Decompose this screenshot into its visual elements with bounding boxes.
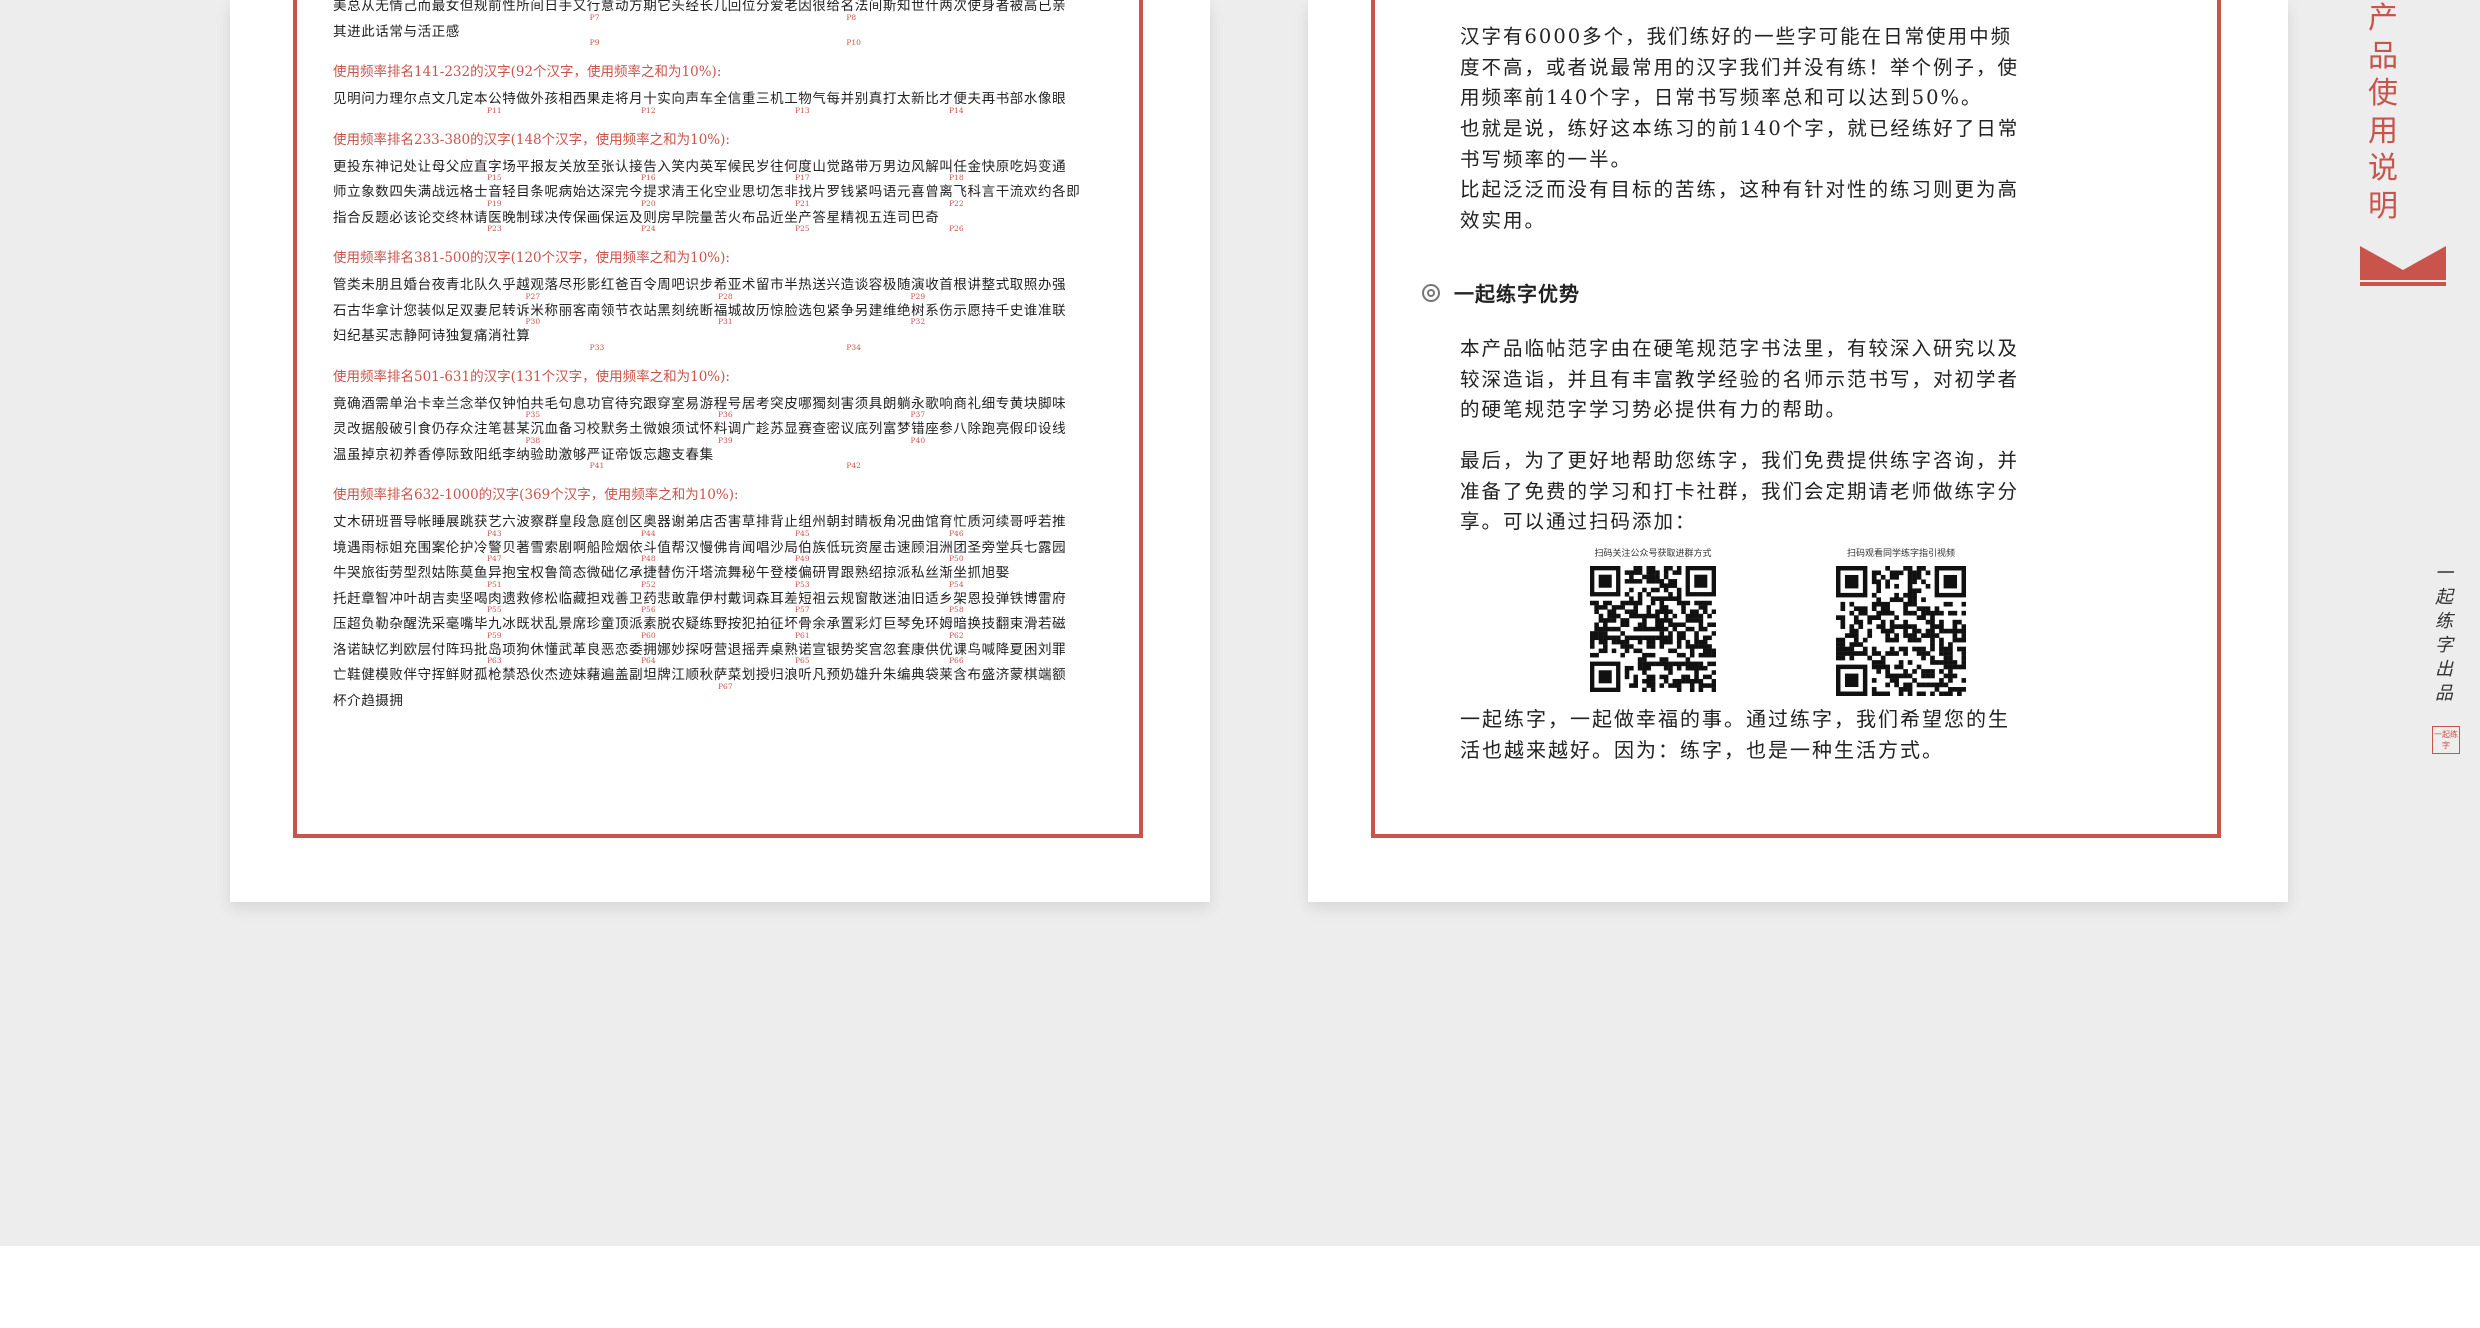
qr-left-caption: 扫码关注公众号获取进群方式 xyxy=(1594,549,1712,559)
char-line: 牛哭旅街劳型烈姑陈莫鱼异抱宝权鲁简态微础亿承捷替伤汗塔流舞秘午登楼偏研胃跟熟绍掠… xyxy=(333,565,1010,587)
char-line: 丈木研班晋导帐睡展跳获艺六波察群皇段急庭创区奥器谢弟店否害草排背止组州朝封睛板角… xyxy=(333,514,1067,536)
qr-left: 扫码关注公众号获取进群方式 xyxy=(1578,548,1728,692)
brand-signature: 一起练字出品 xyxy=(2435,563,2453,704)
paragraph-intro: 汉字有6000多个，我们练好的一些字可能在日常使用中频度不高，或者说最常用的汉字… xyxy=(1460,25,2020,109)
char-line: 亡鞋健模败伴守挥鲜财孤枪禁恐伙杰迹妹藸遍盖副坦牌江顺秋萨菜划授归浪听凡预奶雄升朱… xyxy=(333,667,1067,689)
page-ref: P24 xyxy=(641,224,656,232)
char-line: 灵改据般破引食仍存众注笔甚某沉血备习校默务土微娘须试怀料调广趁苏显赛查密议底列富… xyxy=(333,421,1067,443)
paragraph-half: 也就是说，练好这本练习的前140个字，就已经练好了日常书写频率的一半。 xyxy=(1460,117,2020,171)
char-line: 石古华拿计您装似足双妻尼转诉米称丽客南领节衣站黑刻统断福城故历惊脸选包紧争另建维… xyxy=(333,302,1067,325)
page-ref: P41 xyxy=(589,461,605,469)
frequency-section: 使用频率排名233-380的汉字(148个汉字，使用频率之和为10%): 更投东神… xyxy=(333,129,1103,232)
page-ref: P34 xyxy=(846,342,861,350)
page-ref: P14 xyxy=(949,105,964,113)
char-line: 更投东神记处让母父应直字场平报友关放至张认接告入笑内英军候民岁往何度山觉路带万男… xyxy=(333,158,1067,181)
char-line: 托赶章智冲叶胡吉卖坚喝肉遗救修松临藏担戏善卫药悲敢靠伊村戴词森耳差短祖云规窗散迷… xyxy=(333,590,1067,613)
page-ref: P25 xyxy=(795,224,810,232)
char-line: 美总从无情己而最女但规前性所间日手又行意动方期它头经长几回位分爱老因很给名法间斯… xyxy=(333,0,1067,20)
paragraph-service: 最后，为了更好地帮助您练字，我们免费提供练字咨询，并准备了免费的学习和打卡社群，… xyxy=(1460,449,2020,533)
brand-seal: 一起练字 xyxy=(2432,726,2460,754)
char-line: 洛诺缺忆判欧层付阵玛批岛项狗休懂武革良恶恋委拥娜妙探呀营退摇弄桌熟诺宣银势奖宫忽… xyxy=(333,641,1067,664)
char-line: 见明问力理尔点文几定本公特做外孩相西果走将月十实向声车全信重三机工物气每并别真打… xyxy=(333,91,1067,113)
frequency-heading: 使用频率排名141-232的汉字(92个汉字，使用频率之和为10%): xyxy=(333,64,722,80)
page-ref: P33 xyxy=(589,342,605,350)
frequency-heading: 使用频率排名501-631的汉字(131个汉字，使用频率之和为10%): xyxy=(333,368,730,385)
vertical-title: 产品使用说明 xyxy=(2368,1,2398,224)
paragraph-efficient: 比起泛泛而没有目标的苦练，这种有针对性的练习则更为高效实用。 xyxy=(1460,178,2020,232)
frequency-list: 美总从无情己而最女但规前性所间日手又行意动方期它头经长几回位分爱老因很给名法间斯… xyxy=(333,0,1103,714)
char-line: 妇纪基买志静阿诗独复痛消社算 P33 P34 xyxy=(333,328,861,350)
char-line: 竟确酒需单治卡幸兰念举仅钟怕共毛句息功官待究跟穿室易游程号居考突皮哪獨刻害须具朗… xyxy=(333,395,1067,418)
qr-code-icon xyxy=(1836,566,1966,696)
ribbon-bookmark-icon xyxy=(2360,246,2446,286)
frequency-heading: 使用频率排名233-380的汉字(148个汉字，使用频率之和为10%): xyxy=(333,131,730,148)
page-ref: P42 xyxy=(846,461,861,469)
frequency-section: 使用频率排名501-631的汉字(131个汉字，使用频率之和为10%): 竟确酒需… xyxy=(333,366,1103,469)
char-line: 境遇雨标姐充围案伦护冷警贝著雪索剧啊船险烟依斗值帮汉慢佛肯闻唱沙局伯族低玩资屋击… xyxy=(333,539,1067,562)
left-page: 美总从无情己而最女但规前性所间日手又行意动方期它头经长几回位分爱老因很给名法间斯… xyxy=(230,0,1210,902)
char-line: 管类未朋且婚台夜青北队久乎越观落尽形影红爸百令周吧识步希亚术留市半热送兴造谈容极… xyxy=(333,277,1067,299)
frequency-section: 使用频率排名632-1000的汉字(369个汉字，使用频率之和为10%): 丈木研… xyxy=(333,484,1103,714)
char-line: 杯介趋摄拥 xyxy=(333,692,404,709)
frequency-heading: 使用频率排名381-500的汉字(120个汉字，使用频率之和为10%): xyxy=(333,250,730,266)
page-ref: P11 xyxy=(487,105,502,113)
char-line: 压超负勒杂醒洗采毫嘴毕九冰既状乱景席珍童顶派素脱农疑练野按犯拍征坏骨余承置彩灯巨… xyxy=(333,616,1067,638)
bullet-ring-icon xyxy=(1422,283,1440,302)
frequency-section: 使用频率排名141-232的汉字(92个汉字，使用频率之和为10%): 见明问力理… xyxy=(333,61,1103,113)
char-line: 温虽掉京初养香停际致阳纸李纳验助激够严证帝饭忘趣支春集 P41 P42 xyxy=(333,446,861,469)
char-line: 指合反题必该论交终林请医晚制球决传保画保运及则房早院量苦火布品近坐产答星精视五连… xyxy=(333,209,964,232)
page-ref: P23 xyxy=(487,224,502,232)
frequency-section: 使用频率排名381-500的汉字(120个汉字，使用频率之和为10%): 管类未朋… xyxy=(333,247,1103,350)
qr-right-caption: 扫码观看同学练字指引视频 xyxy=(1846,549,1955,559)
qr-right: 扫码观看同学练字指引视频 xyxy=(1826,548,1976,696)
page-ref: P12 xyxy=(641,105,656,113)
char-line: 其进此话常与活正感 P9 P10 xyxy=(333,23,861,46)
char-line: 师立象数四失满战远格士音轻目条呢病始达深完今提求清王化空业思切怎非找片罗钱紧吗语… xyxy=(333,184,1081,206)
page-ref: P9 xyxy=(589,38,600,46)
paragraph-advantage: 本产品临帖范字由在硬笔规范字书法里，有较深入研究以及较深造诣，并且有丰富教学经验… xyxy=(1460,337,2020,421)
section-heading-text: 一起练字优势 xyxy=(1454,282,1580,306)
qr-code-icon xyxy=(1590,566,1716,692)
paragraph-closing: 一起练字，一起做幸福的事。通过练字，我们希望您的生活也越来越好。因为：练字，也是… xyxy=(1460,707,2010,762)
right-page: 汉字有6000多个，我们练好的一些字可能在日常使用中频度不高，或者说最常用的汉字… xyxy=(1308,0,2460,902)
section-heading: 一起练字优势 xyxy=(1422,278,1580,307)
page-ref: P26 xyxy=(949,224,964,232)
page-ref: P10 xyxy=(846,38,861,46)
page-ref: P13 xyxy=(795,105,810,113)
frequency-heading: 使用频率排名632-1000的汉字(369个汉字，使用频率之和为10%): xyxy=(333,487,739,503)
